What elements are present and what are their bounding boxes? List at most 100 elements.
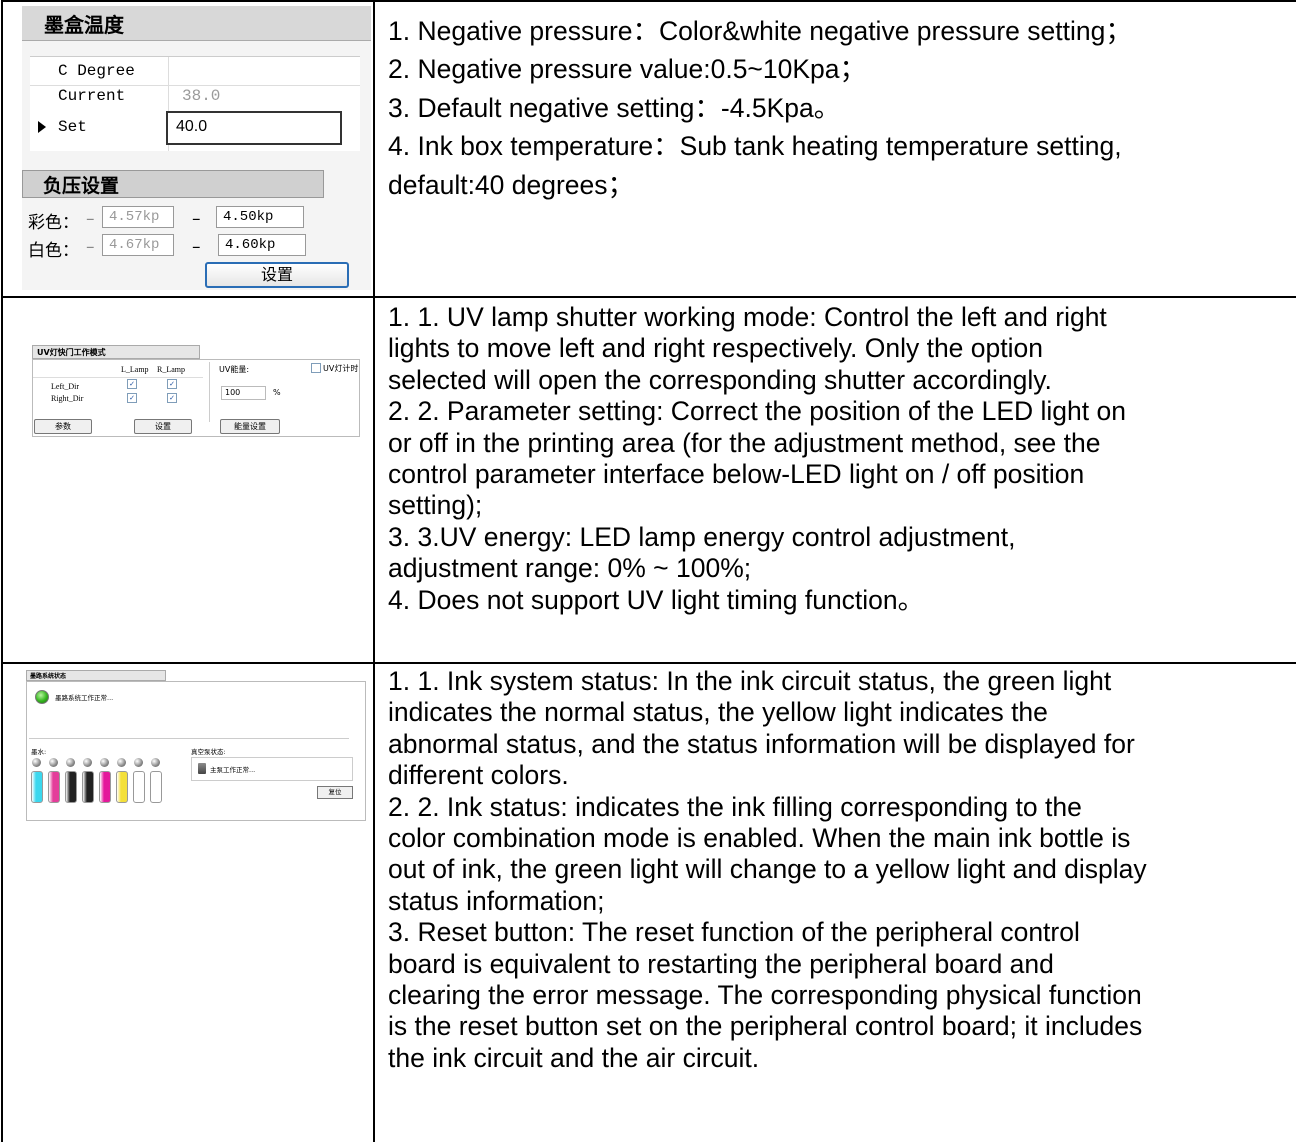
text-line: 2. 2. Parameter setting: Correct the pos… xyxy=(388,396,1126,427)
dash: – xyxy=(192,237,201,257)
text-line: status information; xyxy=(388,885,605,916)
ink-system-status-text: 墨路系统工作正常... xyxy=(55,694,114,702)
ink-channel-indicator-icon xyxy=(49,758,58,767)
text-line: 3. Default negative setting：-4.5Kpa。 xyxy=(388,92,841,123)
row-1-description: 1. Negative pressure：Color&white negativ… xyxy=(388,16,1292,201)
uv-timer-checkbox[interactable] xyxy=(311,363,321,373)
text-line: default:40 degrees； xyxy=(388,169,635,200)
right-dir-r-lamp-checkbox[interactable]: ✓ xyxy=(167,393,177,403)
pump-status-label: 真空泵状态: xyxy=(191,748,226,756)
color-current-pressure: 4.57kp xyxy=(102,206,174,228)
grid-header-row: C Degree xyxy=(30,57,360,86)
text-line: 4. Does not support UV light timing func… xyxy=(388,584,925,615)
pump-status-box: 主泵工作正常... xyxy=(191,757,353,781)
row-selector-icon xyxy=(38,121,46,133)
row-3-description: 1. 1. Ink system status: In the ink circ… xyxy=(388,666,1292,1074)
text-line: is the reset button set on the periphera… xyxy=(388,1011,1143,1042)
row-right-dir: Right_Dir xyxy=(51,394,84,403)
text-line: 2. Negative pressure value:0.5~10Kpa； xyxy=(388,54,867,85)
dash: – xyxy=(86,209,95,229)
text-line: indicates the normal status, the yellow … xyxy=(388,697,1048,728)
ink-bottle-icon xyxy=(31,771,43,803)
status-divider xyxy=(29,738,349,739)
left-dir-l-lamp-checkbox[interactable]: ✓ xyxy=(127,379,137,389)
current-label: Current xyxy=(58,87,126,105)
header-c-degree: C Degree xyxy=(58,62,135,80)
dash: – xyxy=(192,209,201,229)
row-left-dir: Left_Dir xyxy=(51,382,79,391)
ink-channel-indicator-icon xyxy=(134,758,143,767)
ink-temp-title: 墨盒温度 xyxy=(44,13,124,37)
text-line: out of ink, the green light will change … xyxy=(388,854,1147,885)
right-dir-l-lamp-checkbox[interactable]: ✓ xyxy=(127,393,137,403)
set-pressure-button[interactable]: 设置 xyxy=(205,262,349,288)
ink-bottle-icon xyxy=(150,771,162,803)
ink-status-screenshot: 墨路系统状态 墨路系统工作正常... 墨水: 真空泵状态: 主泵工作正常... … xyxy=(24,670,366,830)
text-line: adjustment range: 0% ~ 100%; xyxy=(388,553,752,584)
text-line: selected will open the corresponding shu… xyxy=(388,364,1052,395)
white-set-pressure-input[interactable]: 4.60kp xyxy=(218,234,306,256)
white-pressure-row: 白色： – 4.67kp – 4.60kp xyxy=(28,234,368,261)
text-line: abnormal status, and the status informat… xyxy=(388,728,1135,759)
text-line: 4. Ink box temperature：Sub tank heating … xyxy=(388,131,1122,162)
uv-grid-divider xyxy=(33,377,203,378)
ink-temp-pressure-screenshot: 墨盒温度 C Degree Current 38.0 Set 40.0 负压设置… xyxy=(22,6,371,290)
text-line: 1. 1. UV lamp shutter working mode: Cont… xyxy=(388,302,1107,332)
table-row-divider xyxy=(1,296,1296,298)
text-line: different colors. xyxy=(388,760,569,791)
ink-bottle-icon xyxy=(116,771,128,803)
color-label: 彩色： xyxy=(28,213,79,233)
params-button[interactable]: 参数 xyxy=(34,419,92,434)
current-value: 38.0 xyxy=(182,87,221,105)
uv-energy-unit: % xyxy=(273,388,281,397)
text-line: 1. Negative pressure：Color&white negativ… xyxy=(388,16,1132,46)
text-line: lights to move left and right respective… xyxy=(388,333,1043,364)
ink-status-tab: 墨路系统状态 xyxy=(26,670,166,681)
uv-shutter-screenshot: UV灯快门工作模式 L_Lamp R_Lamp Left_Dir Right_D… xyxy=(30,345,360,440)
neg-pressure-title: 负压设置 xyxy=(43,175,120,197)
uv-shutter-tab: UV灯快门工作模式 xyxy=(32,345,200,359)
text-line: clearing the error message. The correspo… xyxy=(388,980,1142,1011)
white-current-pressure: 4.67kp xyxy=(102,234,174,256)
ink-temp-tab: 墨盒温度 xyxy=(22,6,371,41)
ink-bottle-icon xyxy=(65,771,77,803)
text-line: the ink circuit and the air circuit. xyxy=(388,1042,760,1073)
ink-channel-indicator-icon xyxy=(83,758,92,767)
ink-bottle-icon xyxy=(82,771,94,803)
text-line: 2. 2. Ink status: indicates the ink fill… xyxy=(388,791,1082,822)
uv-energy-label: UV能量: xyxy=(219,365,250,374)
text-line: setting); xyxy=(388,490,483,521)
reset-button[interactable]: 复位 xyxy=(317,786,353,799)
text-line: 3. 3.UV energy: LED lamp energy control … xyxy=(388,521,1016,552)
pump-icon xyxy=(198,763,206,774)
set-label: Set xyxy=(58,118,87,136)
uv-set-button[interactable]: 设置 xyxy=(134,419,192,434)
ink-channel-indicator-icon xyxy=(32,758,41,767)
text-line: 1. 1. Ink system status: In the ink circ… xyxy=(388,666,1112,696)
ink-bottle-icon xyxy=(133,771,145,803)
ink-temp-grid: C Degree Current 38.0 Set 40.0 xyxy=(30,56,360,151)
text-line: color combination mode is enabled. When … xyxy=(388,823,1131,854)
text-line: 3. Reset button: The reset function of t… xyxy=(388,917,1080,948)
uv-energy-input[interactable]: 100 xyxy=(221,386,266,400)
table-column-divider xyxy=(373,0,375,1142)
text-line: board is equivalent to restarting the pe… xyxy=(388,948,1054,979)
ink-bottle-icon xyxy=(99,771,111,803)
set-temperature-value: 40.0 xyxy=(176,118,208,135)
color-set-pressure-input[interactable]: 4.50kp xyxy=(216,206,304,228)
white-label: 白色： xyxy=(28,241,79,261)
dash: – xyxy=(86,237,95,257)
energy-set-button[interactable]: 能量设置 xyxy=(220,419,280,434)
text-line: control parameter interface below-LED li… xyxy=(388,459,1085,490)
set-temperature-input[interactable]: 40.0 xyxy=(166,111,342,145)
ink-channel-indicator-icon xyxy=(151,758,160,767)
left-dir-r-lamp-checkbox[interactable]: ✓ xyxy=(167,379,177,389)
col-l-lamp: L_Lamp xyxy=(121,365,149,374)
ink-bottle-icon xyxy=(48,771,60,803)
table-row-divider xyxy=(1,662,1296,664)
pump-status-text: 主泵工作正常... xyxy=(210,766,256,774)
ink-status-body: 墨路系统工作正常... 墨水: 真空泵状态: 主泵工作正常... 复位 xyxy=(26,681,366,821)
ink-channel-indicator-icon xyxy=(66,758,75,767)
uv-panel-divider xyxy=(209,362,210,422)
uv-timer-label: UV灯计时 xyxy=(323,364,359,373)
